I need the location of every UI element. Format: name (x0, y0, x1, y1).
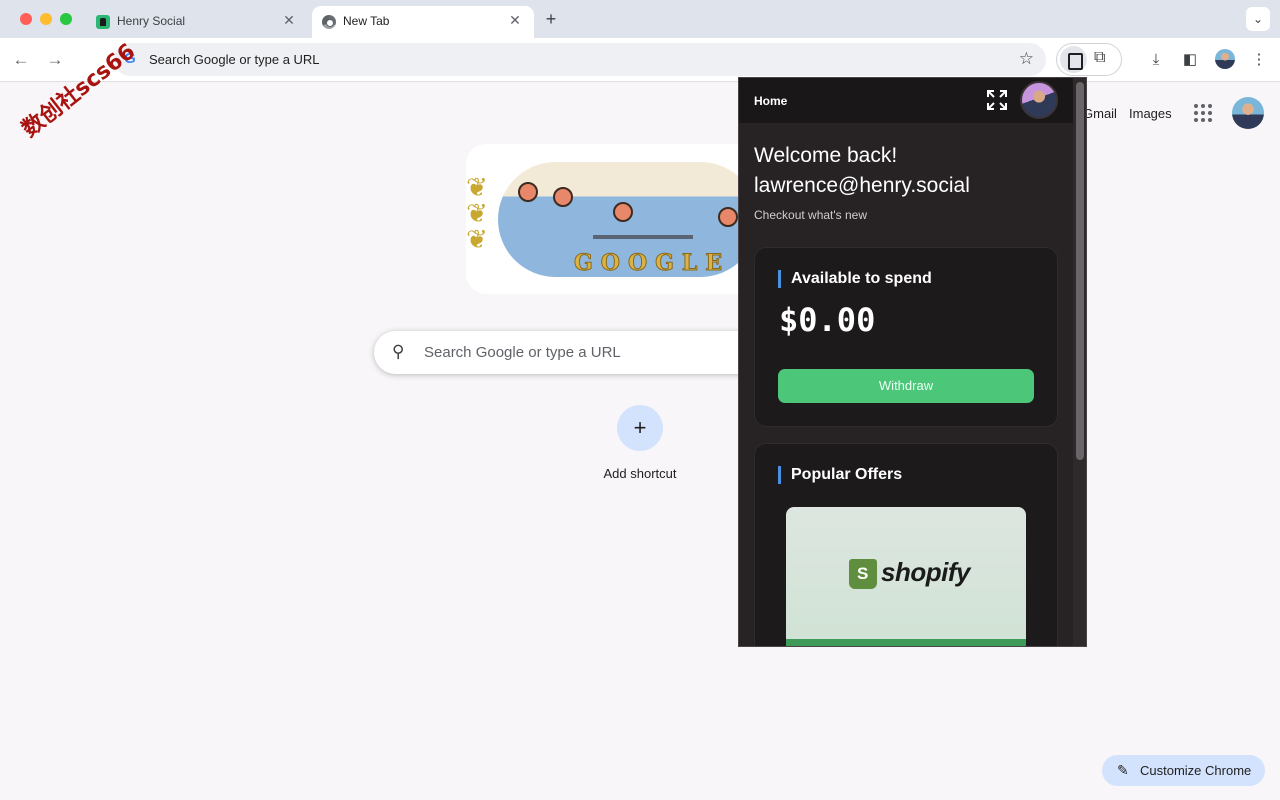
doodle-rail (593, 235, 693, 239)
add-shortcut-button[interactable]: + (617, 405, 663, 451)
balance-amount: $0.00 (779, 301, 876, 339)
chrome-favicon-icon (322, 15, 336, 29)
bookmark-star-icon[interactable]: ☆ (1019, 49, 1034, 69)
shopify-offer-tile[interactable]: shopify (786, 507, 1026, 646)
add-shortcut-label[interactable]: Add shortcut (590, 466, 690, 481)
tab-strip: Henry Social ✕ New Tab ✕ + ⌄ (0, 0, 1280, 38)
pencil-icon: ✎ (1117, 762, 1129, 778)
extensions-group: ⧉ (1056, 43, 1122, 76)
shopify-bag-icon (849, 559, 877, 589)
tab-search-button[interactable]: ⌄ (1246, 7, 1270, 31)
address-bar[interactable]: G Search Google or type a URL ☆ (114, 43, 1046, 76)
new-tab-button[interactable]: + (540, 8, 562, 30)
google-apps-icon[interactable] (1194, 104, 1212, 122)
balance-card: Available to spend $0.00 Withdraw (754, 247, 1058, 427)
close-window-button[interactable] (20, 13, 32, 25)
side-panel-icon[interactable]: ◧ (1180, 50, 1200, 70)
tab-title: Henry Social (117, 14, 186, 28)
user-email: lawrence@henry.social (754, 174, 970, 197)
doodle-wordmark: GOOGLE (573, 250, 731, 277)
puzzle-icon[interactable]: ⧉ (1094, 49, 1105, 67)
shopify-logo-text: shopify (881, 557, 970, 587)
popup-avatar[interactable] (1020, 81, 1058, 119)
offers-heading: Popular Offers (778, 466, 902, 484)
bird-icon (718, 207, 738, 227)
henry-social-popup: Home Welcome back! lawrence@henry.social… (738, 77, 1087, 647)
welcome-line: Welcome back! (754, 144, 898, 167)
close-icon[interactable]: ✕ (279, 10, 299, 30)
henry-social-favicon-icon (96, 15, 110, 29)
tab-title: New Tab (343, 14, 390, 28)
search-input[interactable]: Search Google or type a URL (424, 344, 621, 361)
henry-extension-icon[interactable] (1060, 46, 1087, 73)
bird-icon (613, 202, 633, 222)
customize-chrome-label: Customize Chrome (1140, 763, 1252, 778)
customize-chrome-button[interactable]: ✎ Customize Chrome (1102, 755, 1265, 786)
bird-icon (518, 182, 538, 202)
welcome-subtitle: Checkout what's new (754, 208, 868, 222)
balance-heading: Available to spend (778, 270, 932, 288)
profile-avatar[interactable] (1215, 49, 1235, 69)
account-avatar[interactable] (1232, 97, 1264, 129)
expand-icon[interactable] (986, 89, 1008, 111)
address-bar-text[interactable]: Search Google or type a URL (149, 52, 320, 67)
close-icon[interactable]: ✕ (505, 10, 525, 30)
tab-new-tab[interactable]: New Tab ✕ (312, 6, 534, 38)
google-doodle[interactable]: ❦ ❦ ❦ GOOGLE (466, 144, 766, 294)
zoom-window-button[interactable] (60, 13, 72, 25)
back-button[interactable]: ← (10, 49, 32, 71)
offers-card: Popular Offers shopify (754, 443, 1058, 646)
welcome-heading: Welcome back! lawrence@henry.social (754, 141, 1064, 201)
more-menu-icon[interactable]: ⋮ (1249, 50, 1269, 70)
popup-scrollbar-thumb[interactable] (1076, 82, 1084, 460)
popup-home-title[interactable]: Home (754, 94, 787, 108)
gmail-link[interactable]: Gmail (1083, 106, 1117, 121)
minimize-window-button[interactable] (40, 13, 52, 25)
withdraw-button[interactable]: Withdraw (778, 369, 1034, 403)
download-icon[interactable]: ⤓ (1146, 50, 1166, 70)
forward-button[interactable]: → (44, 49, 66, 71)
search-icon: ⚲ (392, 342, 405, 361)
offer-footer-bar (786, 639, 1026, 646)
images-link[interactable]: Images (1129, 106, 1172, 121)
bird-icon (553, 187, 573, 207)
tab-henry-social[interactable]: Henry Social ✕ (86, 6, 308, 38)
popup-header: Home (739, 78, 1073, 123)
browser-toolbar: ← → G Search Google or type a URL ☆ ⧉ ⤓ … (0, 38, 1280, 82)
